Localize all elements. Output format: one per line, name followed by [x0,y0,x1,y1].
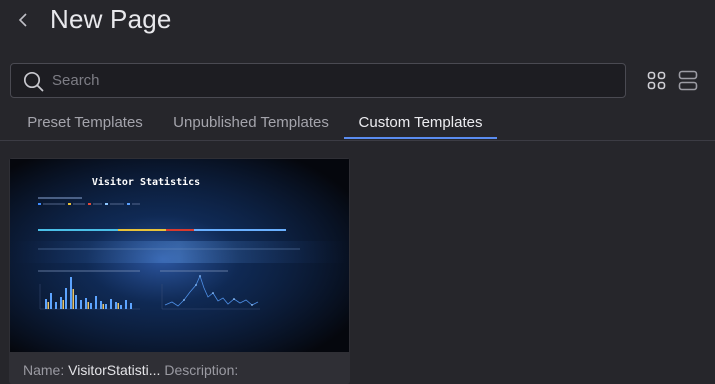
template-card[interactable]: Visitor Statistics Name: VisitorStatisti… [9,158,350,384]
description-label: Description: [164,362,239,378]
template-tabs: Preset Templates Unpublished Templates C… [0,108,715,141]
search-input[interactable] [52,65,612,96]
tab-custom-templates[interactable]: Custom Templates [344,108,497,140]
chevron-left-icon[interactable] [14,8,34,32]
search-icon [23,71,44,92]
search-box[interactable] [10,63,626,98]
tab-preset-templates[interactable]: Preset Templates [18,108,152,140]
template-caption: Name: VisitorStatisti... Description: [23,362,343,378]
list-view-icon[interactable] [678,70,698,91]
template-thumbnail[interactable]: Visitor Statistics [10,159,349,352]
thumbnail-title: Visitor Statistics [92,176,200,188]
active-tab-indicator [344,137,497,139]
name-label: Name: [23,362,65,378]
grid-view-icon[interactable] [647,71,667,90]
page-title: New Page [50,4,172,34]
header: New Page [0,0,715,44]
template-name: VisitorStatisti... [68,362,161,378]
tab-unpublished-templates[interactable]: Unpublished Templates [163,108,339,140]
